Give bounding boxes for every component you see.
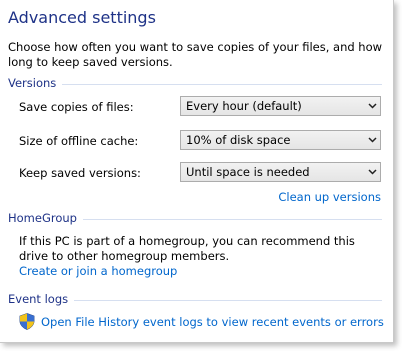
save-copies-label: Save copies of files: [19, 100, 134, 114]
homegroup-divider [82, 218, 382, 220]
uac-shield-icon [19, 313, 35, 330]
versions-section-header: Versions [8, 76, 382, 90]
clean-up-versions-link[interactable]: Clean up versions [278, 190, 381, 204]
chevron-down-icon [364, 131, 380, 149]
offline-cache-label: Size of offline cache: [19, 134, 139, 148]
keep-versions-dropdown[interactable]: Until space is needed [180, 162, 381, 182]
chevron-down-icon [364, 97, 380, 115]
versions-heading: Versions [8, 76, 57, 90]
advanced-settings-window: Advanced settings Choose how often you w… [0, 0, 394, 343]
homegroup-text: If this PC is part of a homegroup, you c… [19, 234, 355, 263]
offline-cache-value: 10% of disk space [186, 133, 291, 147]
keep-versions-label: Keep saved versions: [19, 166, 141, 180]
create-join-homegroup-link[interactable]: Create or join a homegroup [19, 264, 177, 278]
event-logs-divider [74, 299, 382, 301]
keep-versions-value: Until space is needed [186, 165, 310, 179]
homegroup-section-header: HomeGroup [8, 211, 382, 225]
homegroup-heading: HomeGroup [8, 211, 77, 225]
save-copies-dropdown[interactable]: Every hour (default) [180, 96, 381, 116]
intro-text: Choose how often you want to save copies… [8, 40, 383, 69]
event-logs-section-header: Event logs [8, 292, 382, 306]
page-title: Advanced settings [8, 8, 156, 27]
open-event-logs-link[interactable]: Open File History event logs to view rec… [41, 315, 384, 329]
event-logs-heading: Event logs [8, 292, 69, 306]
chevron-down-icon [364, 163, 380, 181]
versions-divider [62, 83, 382, 85]
save-copies-value: Every hour (default) [186, 99, 302, 113]
offline-cache-dropdown[interactable]: 10% of disk space [180, 130, 381, 150]
